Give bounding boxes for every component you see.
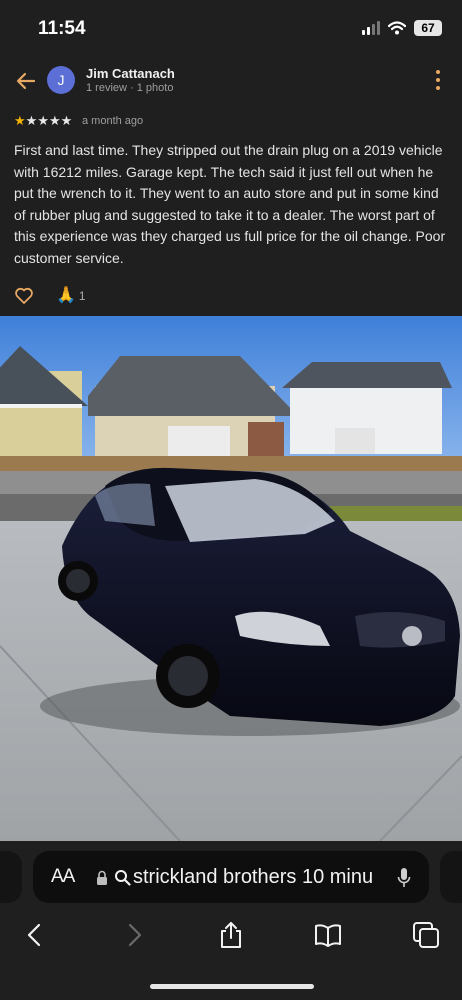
microphone-icon[interactable] — [397, 867, 411, 889]
more-vert-icon[interactable] — [434, 70, 442, 90]
back-arrow-icon[interactable] — [14, 70, 38, 92]
reaction-count: 1 — [78, 289, 86, 303]
review-text: First and last time. They stripped out t… — [14, 142, 446, 266]
reactions-row: 🙏 1 — [14, 286, 86, 306]
star-icon: ★ — [48, 113, 61, 128]
browser-bottom-bar: AA strickland brothers 10 minu — [0, 841, 462, 1000]
wifi-icon — [388, 21, 406, 35]
address-bar[interactable]: AA strickland brothers 10 minu — [33, 851, 429, 903]
star-rating: ★ ★ ★ ★ ★ — [14, 114, 72, 127]
star-icon: ★ — [14, 113, 26, 128]
status-icons: 67 — [362, 20, 442, 36]
chevron-left-icon[interactable] — [21, 921, 49, 949]
status-bar: 11:54 67 — [0, 0, 462, 58]
chevron-right-icon[interactable] — [120, 921, 148, 949]
reader-aa-button[interactable]: AA — [51, 866, 75, 888]
lock-icon — [97, 870, 107, 885]
previous-tab-peek[interactable] — [0, 851, 22, 903]
search-icon — [115, 870, 131, 886]
next-tab-peek[interactable] — [440, 851, 462, 903]
star-icon: ★ — [60, 113, 73, 128]
status-time: 11:54 — [38, 18, 86, 39]
reviewer-avatar[interactable]: J — [47, 66, 75, 94]
home-indicator — [150, 984, 314, 989]
review-time: a month ago — [82, 115, 144, 127]
browser-toolbar — [0, 917, 462, 953]
bookmarks-icon[interactable] — [314, 921, 342, 949]
review-card: J Jim Cattanach 1 review · 1 photo ★ ★ ★… — [0, 58, 462, 316]
heart-icon[interactable] — [14, 286, 34, 306]
battery-indicator: 67 — [414, 20, 442, 36]
star-icon: ★ — [25, 113, 38, 128]
cellular-signal-icon — [362, 21, 380, 35]
tabs-icon[interactable] — [412, 921, 440, 949]
reviewer-name[interactable]: Jim Cattanach — [86, 66, 175, 81]
share-icon[interactable] — [217, 921, 245, 949]
folded-hands-icon[interactable]: 🙏 — [56, 288, 76, 304]
review-photo[interactable] — [0, 316, 462, 841]
star-icon: ★ — [37, 113, 49, 128]
reviewer-meta: 1 review · 1 photo — [86, 82, 174, 94]
url-text[interactable]: strickland brothers 10 minu — [133, 866, 377, 889]
